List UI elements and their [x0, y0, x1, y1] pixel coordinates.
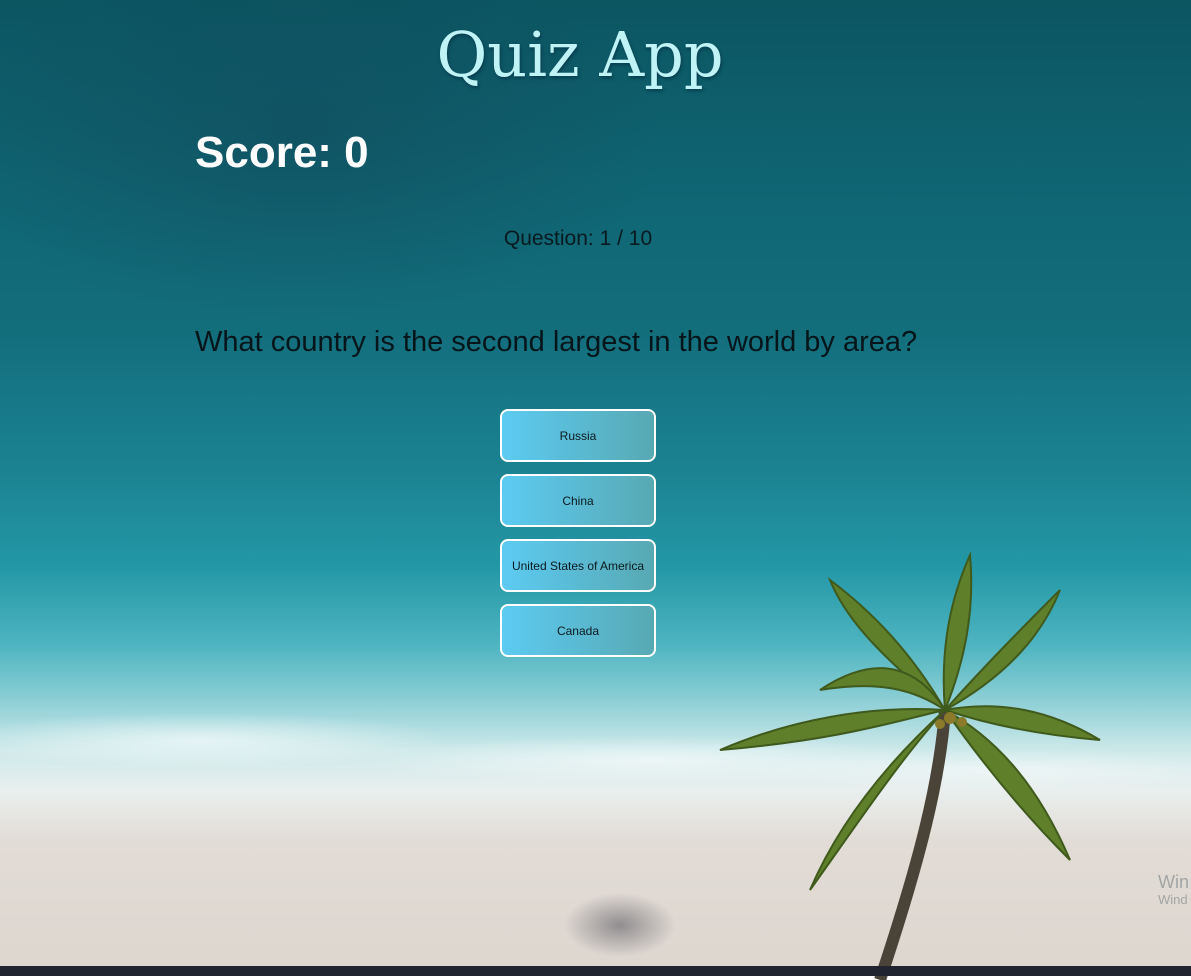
palm-tree-image — [719, 551, 1101, 980]
question-counter: Question: 1 / 10 — [503, 227, 653, 250]
app-title: Quiz App — [436, 18, 724, 91]
taskbar — [0, 966, 1191, 976]
answer-list: Russia China United States of America Ca… — [500, 409, 656, 657]
watermark-line-1: Win — [1158, 872, 1189, 892]
windows-activation-watermark: Win Wind — [1158, 872, 1189, 907]
answer-button[interactable]: Russia — [500, 409, 656, 462]
score-display: Score: 0 — [195, 128, 369, 177]
watermark-line-2: Wind — [1158, 891, 1188, 907]
answer-button[interactable]: China — [500, 474, 656, 527]
answer-button[interactable]: United States of America — [500, 539, 656, 592]
question-text: What country is the second largest in th… — [195, 326, 918, 358]
answer-button[interactable]: Canada — [500, 604, 656, 657]
palm-shadow — [540, 870, 700, 970]
